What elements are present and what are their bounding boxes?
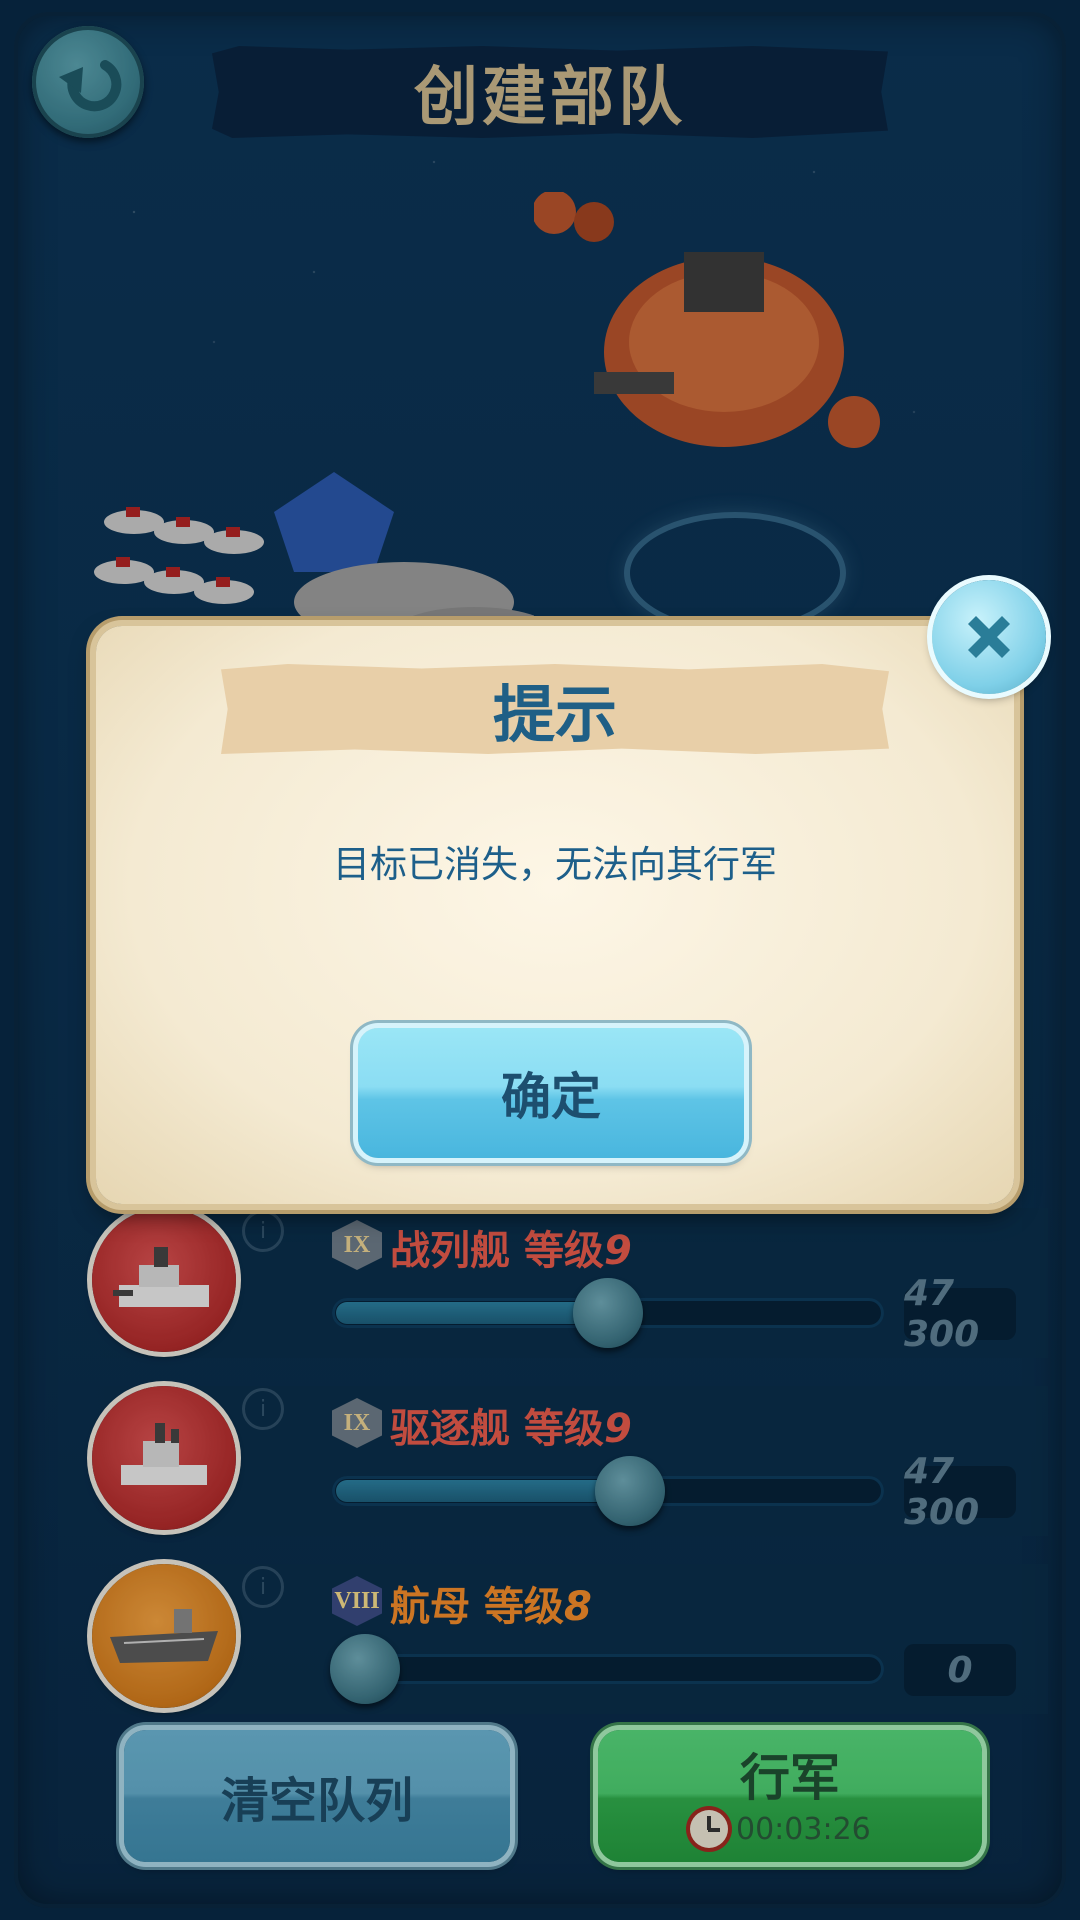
close-x-icon — [968, 616, 1010, 658]
dialog-title-banner: 提示 — [221, 664, 889, 754]
game-screen: 创建部队 i IX 战列舰 等级9 47 300 i IX 驱逐舰 等级9 47… — [14, 12, 1066, 1908]
close-dialog-button[interactable] — [932, 580, 1046, 694]
dialog-title: 提示 — [492, 678, 617, 751]
dialog-message: 目标已消失，无法向其行军 — [333, 843, 777, 886]
alert-dialog: 提示 目标已消失，无法向其行军 确定 — [96, 626, 1014, 1204]
confirm-button[interactable]: 确定 — [358, 1028, 744, 1158]
confirm-label: 确定 — [501, 1068, 601, 1126]
